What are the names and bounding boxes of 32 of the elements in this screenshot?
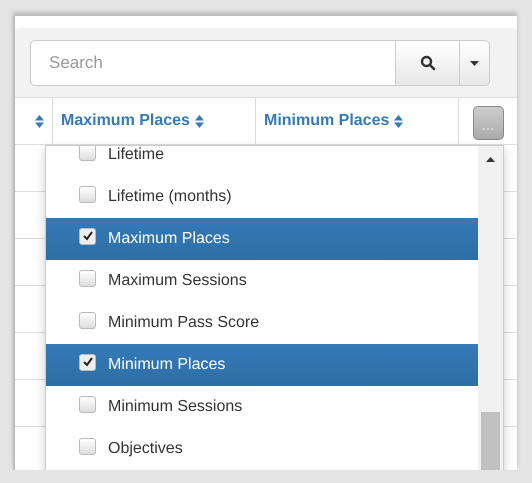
sort-icon	[35, 114, 44, 128]
checkbox[interactable]	[79, 312, 96, 328]
checkbox[interactable]	[79, 354, 96, 370]
checkbox[interactable]	[79, 396, 96, 412]
search-button[interactable]	[396, 40, 460, 86]
column-header[interactable]: Maximum Places	[53, 98, 256, 144]
caret-icon	[470, 60, 479, 66]
menu-item[interactable]: Lifetime	[46, 146, 478, 176]
checkbox[interactable]	[79, 228, 96, 244]
menu-item[interactable]: Minimum Places	[46, 344, 478, 386]
dropdown-button[interactable]	[460, 40, 490, 86]
menu-item[interactable]: Maximum Places	[46, 218, 478, 260]
menu-item[interactable]: Maximum Sessions	[46, 260, 478, 302]
check-icon	[82, 357, 92, 367]
checkbox[interactable]	[79, 438, 96, 454]
search-icon	[420, 55, 436, 71]
scrollbar[interactable]	[478, 146, 503, 470]
check-icon	[82, 231, 92, 241]
checkbox[interactable]	[79, 186, 96, 202]
columns-button[interactable]	[472, 106, 504, 140]
menu-item[interactable]: Lifetime (months)	[46, 176, 478, 218]
scrollbar-thumb[interactable]	[481, 412, 500, 470]
sort-icon	[394, 114, 404, 128]
menu-item[interactable]: Minimum Sessions	[46, 386, 478, 428]
scroll-up-icon	[486, 157, 495, 162]
checkbox[interactable]	[79, 146, 96, 160]
column-header[interactable]: Minimum Places	[256, 98, 459, 144]
checkbox[interactable]	[79, 270, 96, 286]
search-field[interactable]: Search	[30, 40, 396, 86]
sort-icon	[194, 114, 204, 128]
menu-item[interactable]: Objectives	[46, 428, 478, 470]
menu-item[interactable]: Minimum Pass Score	[46, 302, 478, 344]
